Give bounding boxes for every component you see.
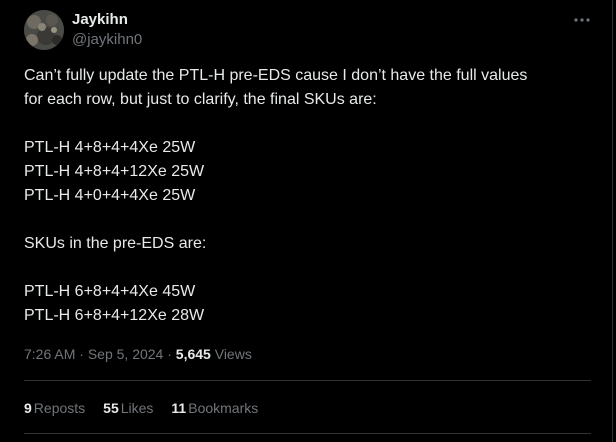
final-sku-item: PTL-H 4+0+4+4Xe 25W bbox=[24, 187, 196, 204]
engagement-stats: 9 Reposts 55 Likes 11 Bookmarks bbox=[24, 399, 276, 417]
more-options-button[interactable] bbox=[570, 12, 594, 28]
bookmarks-label: Bookmarks bbox=[188, 400, 259, 416]
user-handle[interactable]: @jaykihn0 bbox=[72, 30, 142, 50]
final-sku-item: PTL-H 4+8+4+4Xe 25W bbox=[24, 139, 196, 156]
reposts-label: Reposts bbox=[33, 400, 86, 416]
display-name[interactable]: Jaykihn bbox=[72, 11, 142, 29]
likes-label: Likes bbox=[120, 400, 154, 416]
likes-stat[interactable]: 55 Likes bbox=[103, 399, 153, 417]
likes-count: 55 bbox=[103, 400, 119, 416]
tweet-time[interactable]: 7:26 AM bbox=[24, 346, 75, 362]
user-avatar-icon bbox=[24, 10, 64, 50]
divider bbox=[24, 380, 591, 381]
views-label: Views bbox=[214, 346, 252, 362]
tweet-date[interactable]: Sep 5, 2024 bbox=[88, 346, 164, 362]
tweet-line: Can’t fully update the PTL-H pre-EDS cau… bbox=[24, 67, 528, 84]
more-dots-icon bbox=[574, 18, 590, 22]
tweet-line: for each row, but just to clarify, the f… bbox=[24, 91, 377, 108]
bookmarks-stat[interactable]: 11 Bookmarks bbox=[171, 399, 258, 417]
tweet-text: Can’t fully update the PTL-H pre-EDS cau… bbox=[24, 64, 584, 328]
author-info: Jaykihn @jaykihn0 bbox=[72, 11, 142, 50]
avatar[interactable] bbox=[24, 10, 64, 50]
pre-eds-heading: SKUs in the pre-EDS are: bbox=[24, 235, 207, 252]
final-sku-item: PTL-H 4+8+4+12Xe 25W bbox=[24, 163, 205, 180]
meta-separator: · bbox=[75, 346, 88, 362]
reposts-count: 9 bbox=[24, 400, 32, 416]
bookmarks-count: 11 bbox=[171, 400, 187, 416]
tweet-meta: 7:26 AM · Sep 5, 2024 · 5,645 Views bbox=[24, 345, 252, 363]
right-border bbox=[612, 0, 613, 442]
reposts-stat[interactable]: 9 Reposts bbox=[24, 399, 85, 417]
pre-eds-sku-item: PTL-H 6+8+4+12Xe 28W bbox=[24, 307, 205, 324]
pre-eds-sku-item: PTL-H 6+8+4+4Xe 45W bbox=[24, 283, 196, 300]
tweet-header: Jaykihn @jaykihn0 bbox=[24, 10, 594, 54]
meta-separator: · bbox=[163, 346, 176, 362]
divider bbox=[24, 433, 591, 434]
views-count: 5,645 bbox=[175, 346, 211, 362]
